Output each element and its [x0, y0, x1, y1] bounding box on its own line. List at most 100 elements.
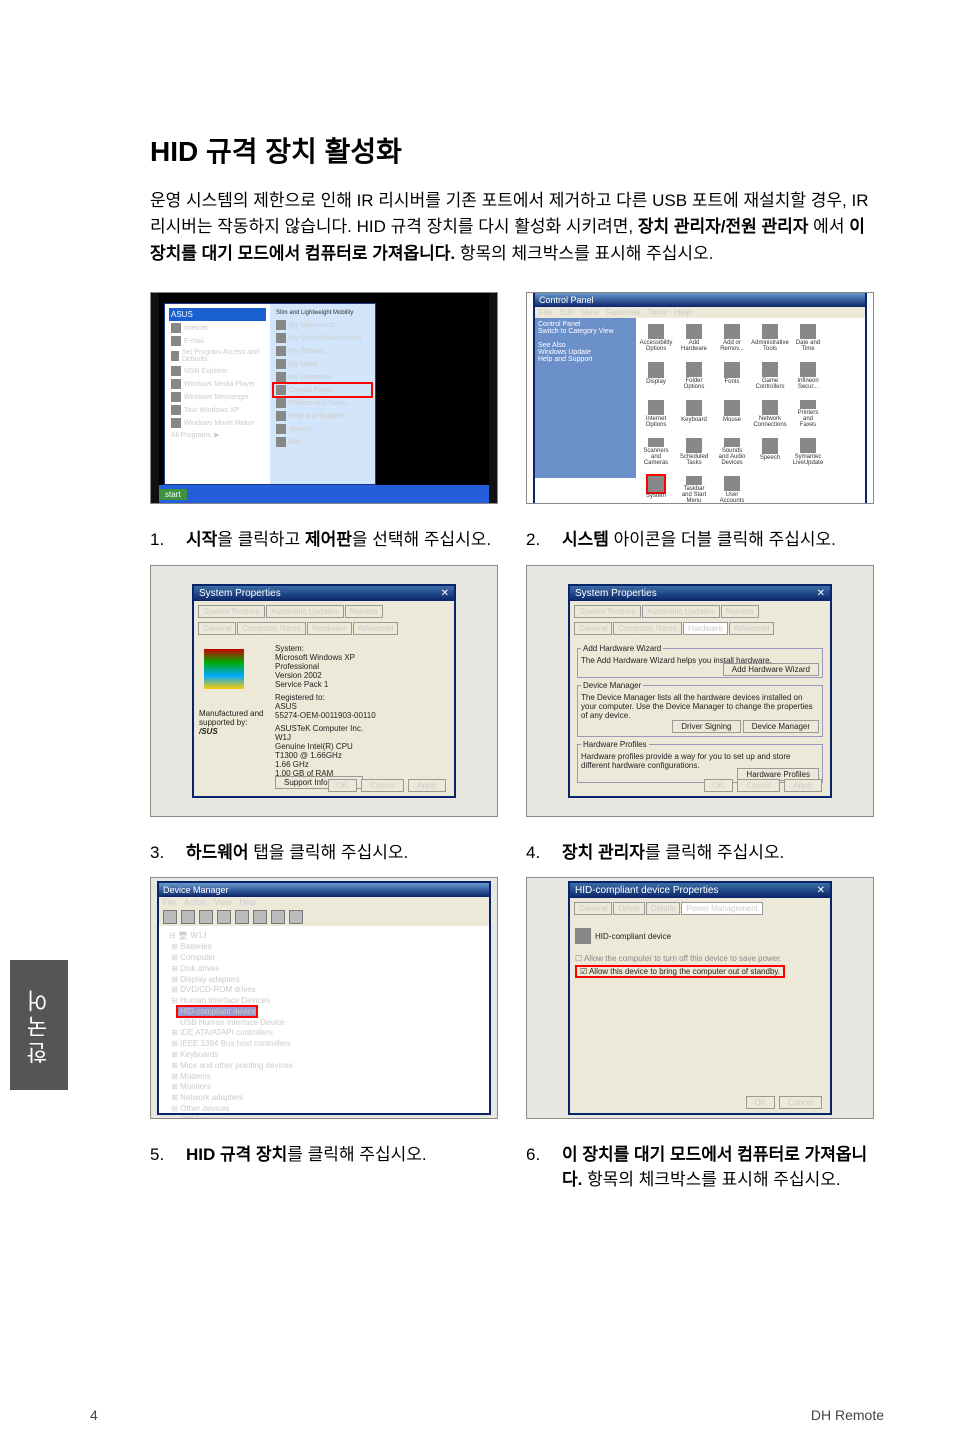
sidebar-item: Windows Update	[538, 349, 633, 356]
device-name: HID-compliant device	[595, 932, 671, 941]
step-text: 을 선택해 주십시오.	[352, 530, 491, 549]
start-menu-item: Run...	[274, 436, 371, 448]
step-number: 4.	[526, 841, 546, 866]
step-number: 6.	[526, 1143, 546, 1168]
step4-caption: 4. 장치 관리자를 클릭해 주십시오.	[526, 841, 874, 866]
reg-line: 55274-OEM-0011903-00110	[275, 711, 376, 720]
start-menu-item: Windows Media Player	[169, 378, 266, 390]
menu-item: Help	[239, 898, 255, 907]
intro-text: 항목의 체크박스를 표시해 주십시오.	[455, 244, 713, 263]
cp-icon: User Accounts	[718, 476, 746, 504]
apply-button: Apply	[784, 779, 822, 792]
step-bold: HID 규격 장치	[186, 1145, 287, 1164]
sys-line: Service Pack 1	[275, 680, 376, 689]
toolbar-icon	[217, 910, 231, 924]
tree-item-hid: HID-compliant device	[169, 1007, 479, 1018]
step-number: 2.	[526, 528, 546, 553]
tab-hardware: Hardware	[307, 622, 352, 635]
cp-icon: Game Controllers	[756, 362, 784, 390]
mfg-line: 1.66 GHz	[275, 760, 376, 769]
cp-icon-system: System	[642, 476, 670, 504]
dm-text: The Device Manager lists all the hardwar…	[581, 693, 819, 720]
menu-item: Help	[674, 308, 690, 317]
hp-text: Hardware profiles provide a way for you …	[581, 752, 819, 770]
dialog-title: System Properties	[199, 588, 281, 599]
tab: Advanced	[353, 622, 399, 635]
tab: Driver	[613, 902, 644, 915]
window-title: Control Panel	[535, 293, 865, 307]
step3-caption: 3. 하드웨어 탭을 클릭해 주십시오.	[150, 841, 498, 866]
step1-caption: 1. 시작을 클릭하고 제어판을 선택해 주십시오.	[150, 528, 498, 553]
cp-icon: Sounds and Audio Devices	[718, 438, 746, 466]
tree-item: ⊟ Other devices	[169, 1104, 479, 1115]
start-menu-item: Internet	[169, 322, 266, 334]
menu-item: Tools	[648, 308, 667, 317]
toolbar-icon	[199, 910, 213, 924]
pm-line2: Allow this device to bring the computer …	[589, 967, 780, 976]
menu-item: Favorites	[607, 308, 640, 317]
step3-image: System Properties✕ System Restore Automa…	[150, 565, 498, 817]
tree-item: ⊞ IDE ATA/ATAPI controllers	[169, 1028, 479, 1039]
tab-power-mgmt: Power Management	[681, 902, 763, 915]
tree-item: ⊞ Keyboards	[169, 1050, 479, 1061]
step-text: 항목의 체크박스를 표시해 주십시오.	[582, 1170, 840, 1189]
cancel-button: Cancel	[779, 1096, 822, 1109]
tab: General	[198, 622, 236, 635]
step2-caption: 2. 시스템 아이콘을 더블 클릭해 주십시오.	[526, 528, 874, 553]
step-bold: 시스템	[562, 530, 609, 549]
tab: Advanced	[729, 622, 775, 635]
cancel-button: Cancel	[737, 779, 780, 792]
start-menu-tagline: Slim and Lightweight Mobility	[274, 308, 371, 318]
sidebar-head: Control Panel	[538, 321, 633, 328]
step6-caption: 6. 이 장치를 대기 모드에서 컴퓨터로 가져옵니다. 항목의 체크박스를 표…	[526, 1143, 874, 1192]
tree-item: ⊞ Mice and other pointing devices	[169, 1061, 479, 1072]
close-icon: ✕	[817, 588, 825, 599]
language-tab: 한국어	[10, 960, 68, 1090]
intro-paragraph: 운영 시스템의 제한으로 인해 IR 리시버를 기존 포트에서 제거하고 다른 …	[150, 188, 874, 267]
tree-item: ⊞ Batteries	[169, 942, 479, 953]
start-menu-item: Printers and Faxes	[274, 397, 371, 409]
mfg-line: W1J	[275, 733, 376, 742]
tree-item: ⊞ Modems	[169, 1072, 479, 1083]
cp-icon: Mouse	[718, 400, 746, 428]
tree-item: ⊞ DVD/CD-ROM drives	[169, 985, 479, 996]
start-menu-all-programs: All Programs ▶	[169, 430, 266, 440]
start-menu-item: My Computer	[274, 371, 371, 383]
tab: General	[574, 902, 612, 915]
intro-bold-1: 장치 관리자/전원 관리자	[638, 217, 809, 236]
step-number: 3.	[150, 841, 170, 866]
toolbar-icon	[163, 910, 177, 924]
dialog-title: System Properties	[575, 588, 657, 599]
menu-item: View	[582, 308, 599, 317]
menu-item: File	[163, 898, 176, 907]
step-text: 을 클릭하고	[217, 530, 305, 549]
asus-logo: /SUS	[199, 727, 269, 736]
dialog-title: HID-compliant device Properties	[575, 885, 718, 896]
start-menu-item: My Documents	[274, 319, 371, 331]
menu-item: Edit	[560, 308, 574, 317]
step-text: 아이콘을 더블 클릭해 주십시오.	[609, 530, 836, 549]
start-button: start	[159, 489, 187, 500]
cp-icon: Keyboard	[680, 400, 708, 428]
tree-item: ⊞ Network adapters	[169, 1093, 479, 1104]
window-title: Device Manager	[159, 883, 489, 897]
dm-legend: Device Manager	[581, 681, 643, 690]
cp-icon: Scheduled Tasks	[680, 438, 708, 466]
tab: System Restore	[198, 605, 265, 618]
step-number: 5.	[150, 1143, 170, 1168]
sidebar-head: See Also	[538, 342, 633, 349]
checkbox-icon: ☐	[575, 954, 582, 963]
step6-image: HID-compliant device Properties✕ General…	[526, 877, 874, 1119]
toolbar-icon	[181, 910, 195, 924]
tree-item: ⊟ Human Interface Devices	[169, 996, 479, 1007]
sidebar-item: Help and Support	[538, 356, 633, 363]
tab: Remote	[345, 605, 383, 618]
cp-icon: Add Hardware	[680, 324, 708, 352]
cp-icon: Add or Remov...	[718, 324, 746, 352]
tab: Remote	[721, 605, 759, 618]
sidebar-item: Switch to Category View	[538, 328, 633, 335]
reg-label: Registered to:	[275, 693, 376, 702]
start-menu-brand: ASUS	[169, 308, 266, 321]
step-text: 탭을 클릭해 주십시오.	[249, 843, 409, 862]
ahw-legend: Add Hardware Wizard	[581, 644, 663, 653]
